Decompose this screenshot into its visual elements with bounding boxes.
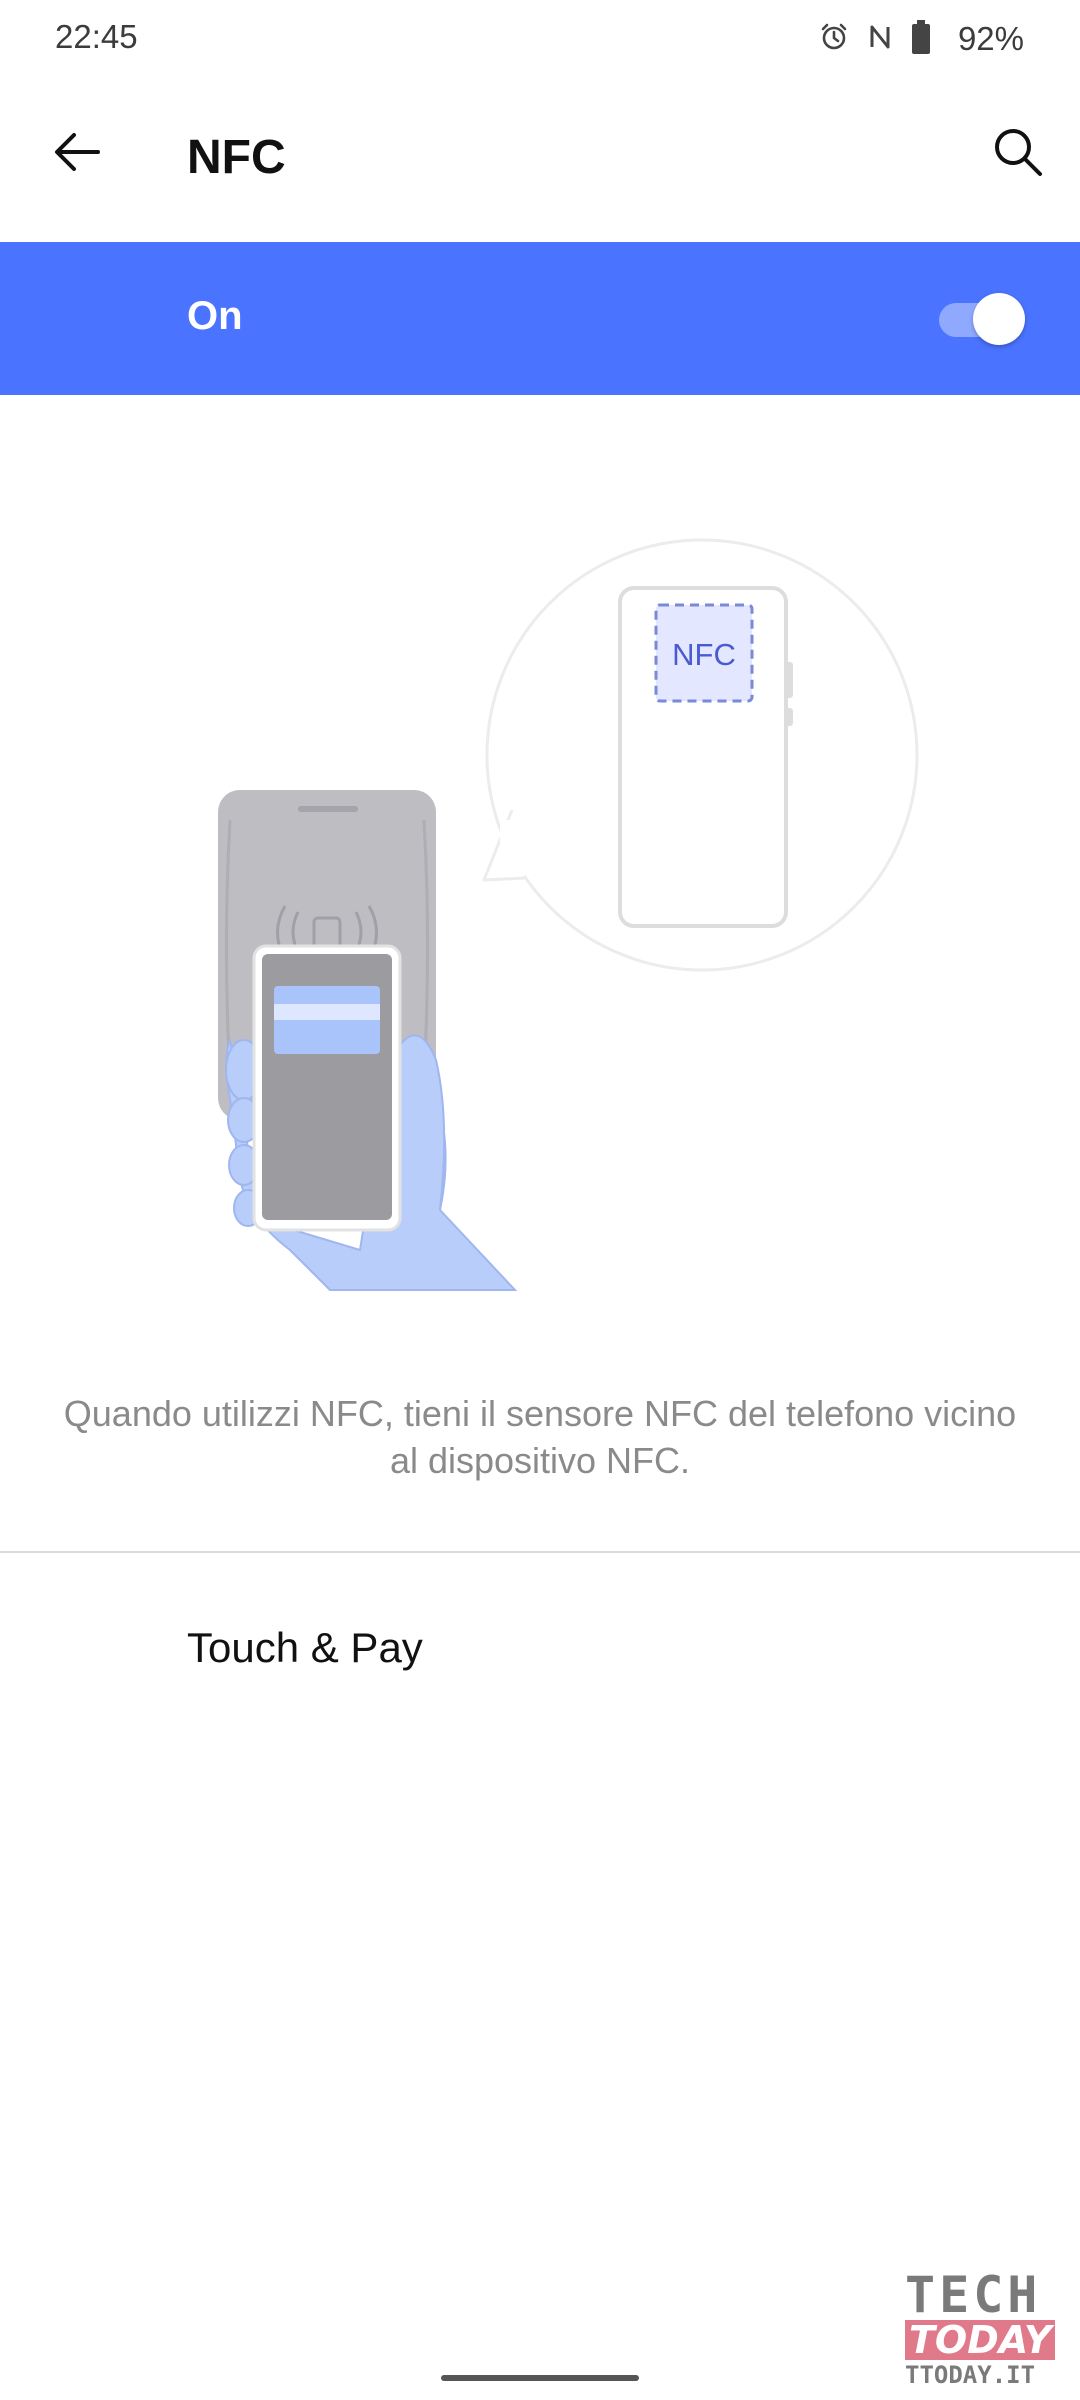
watermark: TECH TODAY TTODAY.IT bbox=[905, 2270, 1075, 2395]
nfc-status-icon bbox=[866, 21, 894, 58]
touch-and-pay-item[interactable]: Touch & Pay bbox=[0, 1570, 1080, 1730]
watermark-line2: TODAY bbox=[905, 2320, 1056, 2360]
back-arrow-icon bbox=[55, 133, 100, 171]
phone-card-graphic bbox=[252, 944, 402, 1232]
status-bar: 22:45 92% bbox=[0, 0, 1080, 80]
status-time: 22:45 bbox=[55, 18, 138, 55]
nfc-toggle-bar[interactable]: On bbox=[0, 242, 1080, 395]
nfc-area-label: NFC bbox=[672, 637, 736, 672]
search-icon bbox=[995, 129, 1042, 176]
nfc-description: Quando utilizzi NFC, tieni il sensore NF… bbox=[63, 1393, 1017, 1481]
battery-icon bbox=[910, 19, 932, 60]
page-title: NFC bbox=[187, 131, 286, 184]
watermark-line1: TECH bbox=[905, 2266, 1042, 2324]
alarm-icon bbox=[818, 21, 850, 58]
app-bar: NFC bbox=[0, 80, 1080, 240]
back-button[interactable] bbox=[48, 122, 108, 182]
switch-thumb bbox=[973, 293, 1025, 345]
status-icons: 92% bbox=[818, 14, 1024, 64]
home-indicator[interactable] bbox=[441, 2375, 639, 2381]
search-button[interactable] bbox=[988, 122, 1048, 182]
toggle-label: On bbox=[187, 294, 243, 338]
nfc-illustration: NFC bbox=[0, 420, 1080, 1320]
battery-percent: 92% bbox=[957, 20, 1024, 57]
divider bbox=[0, 1551, 1080, 1553]
touch-and-pay-label: Touch & Pay bbox=[187, 1624, 423, 1671]
nfc-switch[interactable] bbox=[935, 293, 1025, 345]
watermark-line3: TTODAY.IT bbox=[905, 2361, 1036, 2389]
